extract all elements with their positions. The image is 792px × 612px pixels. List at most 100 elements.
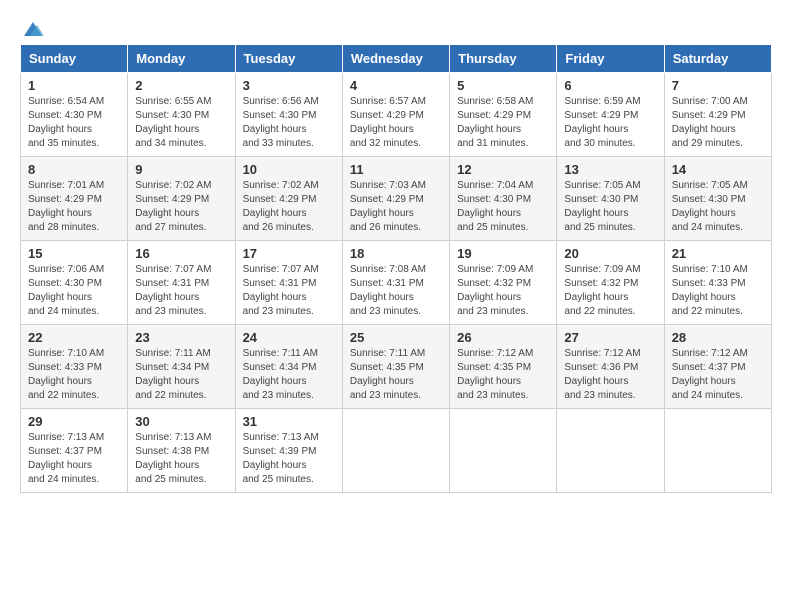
calendar-week-row: 29 Sunrise: 7:13 AM Sunset: 4:37 PM Dayl… <box>21 409 772 493</box>
calendar-cell: 28 Sunrise: 7:12 AM Sunset: 4:37 PM Dayl… <box>664 325 771 409</box>
day-number: 4 <box>350 78 442 93</box>
weekday-header-sunday: Sunday <box>21 45 128 73</box>
calendar-cell: 25 Sunrise: 7:11 AM Sunset: 4:35 PM Dayl… <box>342 325 449 409</box>
day-info: Sunrise: 7:07 AM Sunset: 4:31 PM Dayligh… <box>243 263 335 319</box>
day-info: Sunrise: 7:11 AM Sunset: 4:34 PM Dayligh… <box>243 347 335 403</box>
day-number: 19 <box>457 246 549 261</box>
day-number: 23 <box>135 330 227 345</box>
day-info: Sunrise: 7:04 AM Sunset: 4:30 PM Dayligh… <box>457 179 549 235</box>
day-info: Sunrise: 7:05 AM Sunset: 4:30 PM Dayligh… <box>672 179 764 235</box>
day-number: 13 <box>564 162 656 177</box>
calendar-cell <box>450 409 557 493</box>
day-number: 3 <box>243 78 335 93</box>
logo <box>20 20 44 34</box>
calendar-week-row: 22 Sunrise: 7:10 AM Sunset: 4:33 PM Dayl… <box>21 325 772 409</box>
day-number: 31 <box>243 414 335 429</box>
header <box>20 20 772 34</box>
calendar-cell: 7 Sunrise: 7:00 AM Sunset: 4:29 PM Dayli… <box>664 73 771 157</box>
day-number: 20 <box>564 246 656 261</box>
calendar-cell: 20 Sunrise: 7:09 AM Sunset: 4:32 PM Dayl… <box>557 241 664 325</box>
day-info: Sunrise: 7:13 AM Sunset: 4:37 PM Dayligh… <box>28 431 120 487</box>
calendar-cell: 18 Sunrise: 7:08 AM Sunset: 4:31 PM Dayl… <box>342 241 449 325</box>
weekday-header-thursday: Thursday <box>450 45 557 73</box>
day-info: Sunrise: 6:58 AM Sunset: 4:29 PM Dayligh… <box>457 95 549 151</box>
day-info: Sunrise: 7:10 AM Sunset: 4:33 PM Dayligh… <box>28 347 120 403</box>
calendar-cell: 11 Sunrise: 7:03 AM Sunset: 4:29 PM Dayl… <box>342 157 449 241</box>
day-info: Sunrise: 7:08 AM Sunset: 4:31 PM Dayligh… <box>350 263 442 319</box>
calendar-cell: 17 Sunrise: 7:07 AM Sunset: 4:31 PM Dayl… <box>235 241 342 325</box>
calendar-cell: 23 Sunrise: 7:11 AM Sunset: 4:34 PM Dayl… <box>128 325 235 409</box>
calendar-week-row: 15 Sunrise: 7:06 AM Sunset: 4:30 PM Dayl… <box>21 241 772 325</box>
weekday-header-monday: Monday <box>128 45 235 73</box>
day-info: Sunrise: 7:01 AM Sunset: 4:29 PM Dayligh… <box>28 179 120 235</box>
calendar-cell: 27 Sunrise: 7:12 AM Sunset: 4:36 PM Dayl… <box>557 325 664 409</box>
day-number: 15 <box>28 246 120 261</box>
day-number: 9 <box>135 162 227 177</box>
day-info: Sunrise: 7:09 AM Sunset: 4:32 PM Dayligh… <box>457 263 549 319</box>
calendar-cell: 31 Sunrise: 7:13 AM Sunset: 4:39 PM Dayl… <box>235 409 342 493</box>
weekday-header-saturday: Saturday <box>664 45 771 73</box>
weekday-header-friday: Friday <box>557 45 664 73</box>
day-info: Sunrise: 6:59 AM Sunset: 4:29 PM Dayligh… <box>564 95 656 151</box>
day-info: Sunrise: 7:06 AM Sunset: 4:30 PM Dayligh… <box>28 263 120 319</box>
calendar-week-row: 8 Sunrise: 7:01 AM Sunset: 4:29 PM Dayli… <box>21 157 772 241</box>
calendar-cell: 3 Sunrise: 6:56 AM Sunset: 4:30 PM Dayli… <box>235 73 342 157</box>
day-info: Sunrise: 7:00 AM Sunset: 4:29 PM Dayligh… <box>672 95 764 151</box>
day-info: Sunrise: 7:12 AM Sunset: 4:35 PM Dayligh… <box>457 347 549 403</box>
calendar-cell: 6 Sunrise: 6:59 AM Sunset: 4:29 PM Dayli… <box>557 73 664 157</box>
day-number: 7 <box>672 78 764 93</box>
day-info: Sunrise: 7:13 AM Sunset: 4:38 PM Dayligh… <box>135 431 227 487</box>
logo-icon <box>22 20 44 38</box>
calendar-cell: 24 Sunrise: 7:11 AM Sunset: 4:34 PM Dayl… <box>235 325 342 409</box>
calendar-table: SundayMondayTuesdayWednesdayThursdayFrid… <box>20 44 772 493</box>
day-info: Sunrise: 7:12 AM Sunset: 4:36 PM Dayligh… <box>564 347 656 403</box>
calendar-cell: 10 Sunrise: 7:02 AM Sunset: 4:29 PM Dayl… <box>235 157 342 241</box>
day-info: Sunrise: 7:11 AM Sunset: 4:35 PM Dayligh… <box>350 347 442 403</box>
calendar-cell <box>557 409 664 493</box>
calendar-cell: 29 Sunrise: 7:13 AM Sunset: 4:37 PM Dayl… <box>21 409 128 493</box>
day-number: 22 <box>28 330 120 345</box>
weekday-header-wednesday: Wednesday <box>342 45 449 73</box>
day-info: Sunrise: 7:02 AM Sunset: 4:29 PM Dayligh… <box>243 179 335 235</box>
day-number: 16 <box>135 246 227 261</box>
calendar-cell <box>664 409 771 493</box>
day-info: Sunrise: 7:10 AM Sunset: 4:33 PM Dayligh… <box>672 263 764 319</box>
calendar-cell: 5 Sunrise: 6:58 AM Sunset: 4:29 PM Dayli… <box>450 73 557 157</box>
calendar-cell: 8 Sunrise: 7:01 AM Sunset: 4:29 PM Dayli… <box>21 157 128 241</box>
calendar-cell: 1 Sunrise: 6:54 AM Sunset: 4:30 PM Dayli… <box>21 73 128 157</box>
day-info: Sunrise: 6:55 AM Sunset: 4:30 PM Dayligh… <box>135 95 227 151</box>
calendar-cell <box>342 409 449 493</box>
calendar-cell: 14 Sunrise: 7:05 AM Sunset: 4:30 PM Dayl… <box>664 157 771 241</box>
weekday-header-row: SundayMondayTuesdayWednesdayThursdayFrid… <box>21 45 772 73</box>
day-number: 11 <box>350 162 442 177</box>
day-info: Sunrise: 7:03 AM Sunset: 4:29 PM Dayligh… <box>350 179 442 235</box>
day-info: Sunrise: 6:57 AM Sunset: 4:29 PM Dayligh… <box>350 95 442 151</box>
day-number: 2 <box>135 78 227 93</box>
calendar-week-row: 1 Sunrise: 6:54 AM Sunset: 4:30 PM Dayli… <box>21 73 772 157</box>
day-number: 29 <box>28 414 120 429</box>
day-number: 24 <box>243 330 335 345</box>
calendar-cell: 21 Sunrise: 7:10 AM Sunset: 4:33 PM Dayl… <box>664 241 771 325</box>
day-number: 12 <box>457 162 549 177</box>
day-info: Sunrise: 6:56 AM Sunset: 4:30 PM Dayligh… <box>243 95 335 151</box>
day-info: Sunrise: 7:02 AM Sunset: 4:29 PM Dayligh… <box>135 179 227 235</box>
calendar-cell: 12 Sunrise: 7:04 AM Sunset: 4:30 PM Dayl… <box>450 157 557 241</box>
day-number: 21 <box>672 246 764 261</box>
day-number: 26 <box>457 330 549 345</box>
calendar-cell: 26 Sunrise: 7:12 AM Sunset: 4:35 PM Dayl… <box>450 325 557 409</box>
day-number: 1 <box>28 78 120 93</box>
day-number: 27 <box>564 330 656 345</box>
day-number: 10 <box>243 162 335 177</box>
day-number: 17 <box>243 246 335 261</box>
day-number: 14 <box>672 162 764 177</box>
day-number: 18 <box>350 246 442 261</box>
day-number: 5 <box>457 78 549 93</box>
day-info: Sunrise: 7:11 AM Sunset: 4:34 PM Dayligh… <box>135 347 227 403</box>
day-info: Sunrise: 7:05 AM Sunset: 4:30 PM Dayligh… <box>564 179 656 235</box>
calendar-cell: 15 Sunrise: 7:06 AM Sunset: 4:30 PM Dayl… <box>21 241 128 325</box>
day-number: 25 <box>350 330 442 345</box>
weekday-header-tuesday: Tuesday <box>235 45 342 73</box>
calendar-cell: 19 Sunrise: 7:09 AM Sunset: 4:32 PM Dayl… <box>450 241 557 325</box>
day-info: Sunrise: 7:12 AM Sunset: 4:37 PM Dayligh… <box>672 347 764 403</box>
day-info: Sunrise: 7:07 AM Sunset: 4:31 PM Dayligh… <box>135 263 227 319</box>
